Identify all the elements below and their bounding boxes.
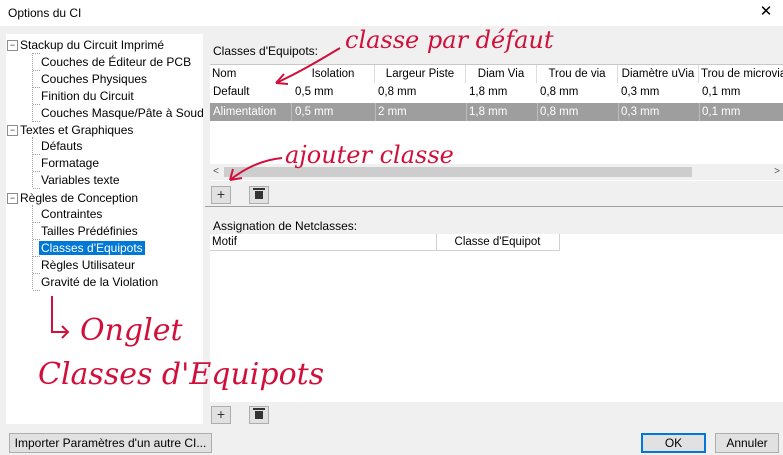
cell-name[interactable]: Alimentation [210, 103, 292, 121]
table-row[interactable]: Default 0,5 mm 0,8 mm 1,8 mm 0,8 mm 0,3 … [210, 83, 783, 101]
scroll-right-icon[interactable]: > [771, 164, 783, 180]
panel-divider[interactable] [205, 206, 783, 207]
tree-item-defaults[interactable]: Défauts [41, 138, 82, 154]
cell-track-width[interactable]: 0,8 mm [375, 83, 466, 101]
cancel-button[interactable]: Annuler [715, 433, 779, 453]
delete-assignment-button[interactable] [249, 406, 269, 424]
horizontal-scrollbar[interactable]: < > [210, 164, 783, 180]
cell-uvia-diameter[interactable]: 0,3 mm [618, 83, 699, 101]
tree-item-predefined-sizes[interactable]: Tailles Prédéfinies [41, 223, 138, 239]
plus-icon: + [216, 406, 226, 422]
collapse-icon[interactable]: − [7, 40, 18, 51]
tree-item-net-classes[interactable]: Classes d'Equipots [39, 240, 145, 256]
settings-tree: − Stackup du Circuit Imprimé Couches de … [6, 34, 203, 424]
title-bar: Options du CI ✕ [0, 0, 783, 26]
net-classes-panel: Classes d'Equipots: Nom Isolation Largeu… [205, 34, 783, 424]
column-header[interactable]: Classe d'Equipot [436, 234, 560, 251]
column-header[interactable]: Largeur Piste [375, 65, 466, 83]
column-header[interactable]: Diam Via [466, 65, 537, 83]
options-dialog: Options du CI ✕ − Stackup du Circuit Imp… [0, 0, 783, 455]
delete-net-class-button[interactable] [249, 186, 269, 204]
close-icon[interactable]: ✕ [755, 2, 777, 22]
add-net-class-button[interactable]: + [211, 186, 231, 204]
tree-item-violation-severity[interactable]: Gravité de la Violation [41, 274, 158, 290]
assignment-label: Assignation de Netclasses: [213, 219, 358, 233]
cell-uvia-drill[interactable]: 0,1 mm [699, 103, 783, 121]
cell-track-width[interactable]: 2 mm [375, 103, 467, 121]
cell-clearance[interactable]: 0,5 mm [292, 103, 376, 121]
collapse-icon[interactable]: − [7, 125, 18, 136]
cell-uvia-diameter[interactable]: 0,3 mm [618, 103, 700, 121]
scrollbar-thumb[interactable] [224, 167, 692, 177]
cell-clearance[interactable]: 0,5 mm [292, 83, 375, 101]
tree-item-constraints[interactable]: Contraintes [41, 206, 102, 222]
plus-icon: + [216, 186, 226, 202]
tree-group-text-graphics[interactable]: Textes et Graphiques [20, 122, 133, 138]
table-row[interactable]: Alimentation 0,5 mm 2 mm 1,8 mm 0,8 mm 0… [210, 103, 783, 121]
cell-via-diameter[interactable]: 1,8 mm [466, 103, 538, 121]
netlist-panel [560, 234, 783, 402]
tree-item-physical-layers[interactable]: Couches Physiques [41, 71, 147, 87]
assignment-grid: Motif Classe d'Equipot [210, 234, 560, 402]
cell-via-drill[interactable]: 0,8 mm [537, 103, 619, 121]
cell-via-diameter[interactable]: 1,8 mm [466, 83, 537, 101]
trash-icon [253, 408, 265, 419]
column-header[interactable]: Trou de microvia [699, 65, 783, 83]
column-header[interactable]: Nom [210, 65, 293, 83]
collapse-icon[interactable]: − [7, 193, 18, 204]
cell-via-drill[interactable]: 0,8 mm [537, 83, 618, 101]
cell-name[interactable]: Default [210, 83, 291, 101]
scroll-left-icon[interactable]: < [210, 164, 222, 180]
column-header[interactable]: Diamètre uVia [618, 65, 699, 83]
column-header[interactable]: Trou de via [537, 65, 618, 83]
tree-item-net-classes-label: Classes d'Equipots [39, 241, 145, 255]
column-header[interactable]: Isolation [292, 65, 375, 83]
tree-item-custom-rules[interactable]: Règles Utilisateur [41, 257, 135, 273]
tree-item-pcb-editor-layers[interactable]: Couches de Éditeur de PCB [41, 54, 191, 70]
trash-icon [253, 188, 265, 199]
window-title: Options du CI [8, 6, 82, 20]
grid-header-row: Nom Isolation Largeur Piste Diam Via Tro… [210, 65, 783, 83]
column-header[interactable]: Motif [210, 234, 437, 251]
cell-uvia-drill[interactable]: 0,1 mm [699, 83, 783, 101]
import-settings-button[interactable]: Importer Paramètres d'un autre CI... [9, 433, 212, 453]
ok-button[interactable]: OK [641, 433, 706, 453]
tree-item-text-variables[interactable]: Variables texte [41, 172, 120, 188]
tree-item-mask-paste-layers[interactable]: Couches Masque/Pâte à Souder [41, 105, 203, 121]
tree-group-stackup[interactable]: Stackup du Circuit Imprimé [20, 37, 164, 53]
tree-group-design-rules[interactable]: Règles de Conception [20, 190, 138, 206]
net-classes-label: Classes d'Equipots: [213, 44, 319, 58]
tree-item-formatting[interactable]: Formatage [41, 155, 99, 171]
tree-item-board-finish[interactable]: Finition du Circuit [41, 88, 134, 104]
add-assignment-button[interactable]: + [211, 406, 231, 424]
